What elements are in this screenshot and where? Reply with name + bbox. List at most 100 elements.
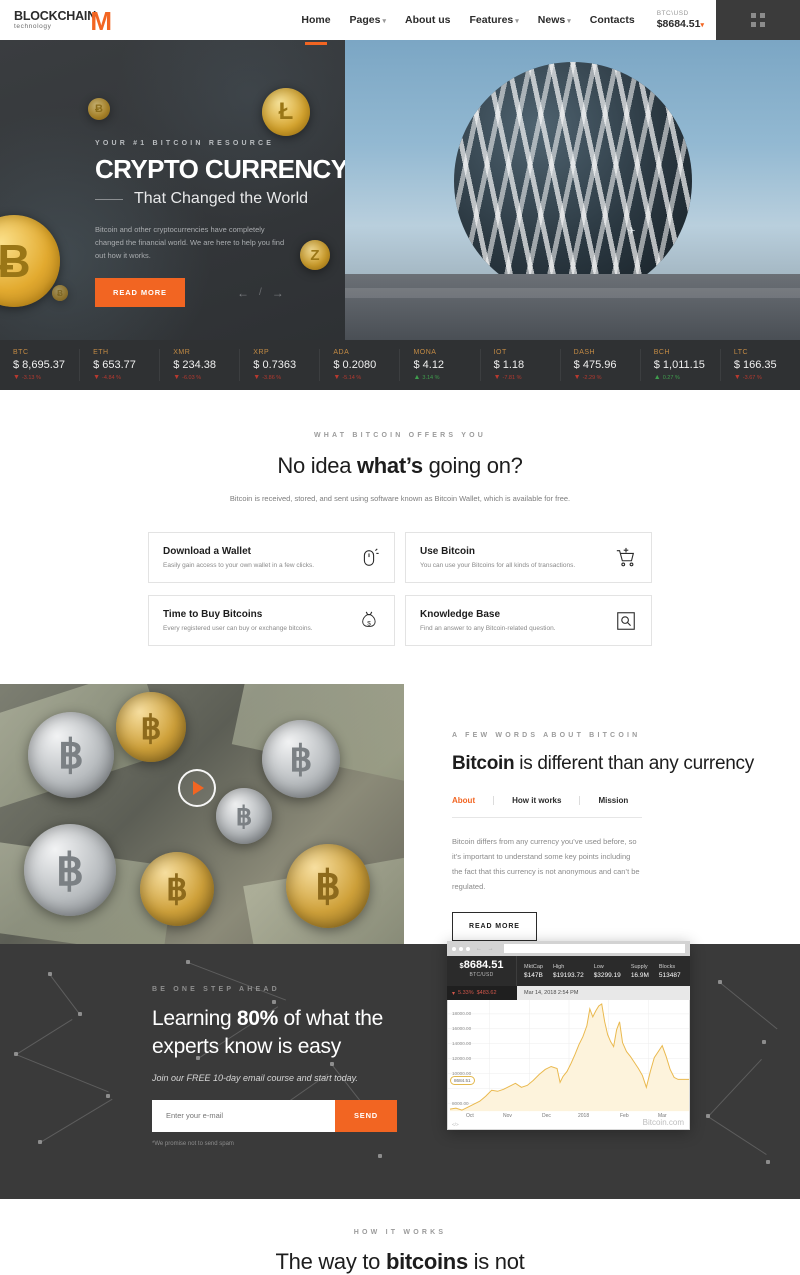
- card-title: Use Bitcoin: [420, 546, 476, 558]
- ticker-item[interactable]: ADA $ 0.2080 ▼ -5.14 %: [319, 349, 399, 381]
- hero-read-more-button[interactable]: READ MORE: [95, 278, 185, 308]
- ticker-item[interactable]: BTC $ 8,695.37 ▼ -3.13 %: [0, 349, 79, 381]
- tab-how-it-works[interactable]: How it works: [512, 795, 581, 805]
- nav-item-pages[interactable]: Pages ▾: [350, 1, 386, 39]
- logo-sub-text: technology: [14, 22, 52, 30]
- slider-prev-icon[interactable]: ←: [237, 286, 249, 300]
- newsletter-send-button[interactable]: SEND: [335, 1099, 397, 1132]
- change-amount: $483.62: [476, 990, 497, 996]
- offer-card-download-wallet[interactable]: Download a Wallet Easily gain access to …: [148, 532, 395, 584]
- video-play-button[interactable]: [178, 769, 216, 807]
- ticker-item[interactable]: BCH $ 1,011.15 ▲ 0.27 %: [639, 349, 720, 381]
- play-triangle-icon: [193, 781, 204, 795]
- chart-svg: [448, 1000, 689, 1112]
- widget-timestamp: Mar 14, 2018 2:54 PM: [517, 986, 690, 1000]
- silver-bitcoin-coin: ฿: [24, 824, 116, 917]
- x-tick-label: Nov: [503, 1113, 512, 1119]
- widget-price-value: 8684.51: [463, 959, 504, 971]
- how-title-pre: The way to: [275, 1249, 386, 1275]
- nav-item-contacts[interactable]: Contacts: [590, 1, 635, 39]
- y-tick-label: 14000.00: [452, 1041, 472, 1046]
- header-btc-price-widget[interactable]: BTC\USD $8684.51▾: [641, 0, 716, 40]
- about-kicker: A FEW WORDS ABOUT BITCOIN: [452, 732, 641, 740]
- nav-item-home[interactable]: Home: [301, 1, 330, 39]
- tab-about[interactable]: About: [452, 795, 495, 805]
- nav-item-news[interactable]: News ▾: [538, 1, 571, 39]
- slider-next-icon[interactable]: →: [272, 286, 284, 300]
- hero-description: Bitcoin and other cryptocurrencies have …: [95, 225, 285, 261]
- offers-description: Bitcoin is received, stored, and sent us…: [229, 494, 571, 503]
- about-image-coins-money: ฿ ฿ ฿ ฿ ฿ ฿ ฿: [0, 684, 404, 945]
- how-it-works-section: HOW IT WORKS The way to bitcoins is not: [0, 1199, 800, 1275]
- y-tick-label: 16000.00: [452, 1026, 472, 1031]
- offer-card-time-to-buy[interactable]: Time to Buy Bitcoins Every registered us…: [148, 595, 395, 647]
- mouse-icon: [358, 547, 380, 569]
- ticker-price: $ 0.7363: [253, 359, 297, 371]
- price-chart[interactable]: 18000.00 16000.00 14000.00 12000.00 1000…: [447, 1000, 690, 1130]
- learning-kicker: BE ONE STEP AHEAD: [152, 986, 280, 994]
- ticker-symbol: DASH: [573, 349, 596, 356]
- hero-title: CRYPTO CURRENCY: [95, 154, 345, 184]
- hero-subtitle-row: That Changed the World: [95, 190, 345, 208]
- ticker-change: ▼ -4.84 %: [93, 374, 121, 381]
- ground-plane: [345, 274, 800, 340]
- ticker-change: ▼ -6.03 %: [173, 374, 202, 381]
- ticker-price: $ 166.35: [733, 359, 777, 371]
- about-description: Bitcoin differs from any currency you’ve…: [452, 836, 640, 891]
- x-tick-label: Feb: [620, 1113, 629, 1119]
- how-title-post: is not: [467, 1249, 525, 1275]
- grid-menu-button[interactable]: [716, 0, 800, 40]
- cart-icon: [615, 547, 637, 569]
- y-tick-label: 12000.00: [452, 1056, 472, 1061]
- chart-watermark: Bitcoin.com: [642, 1118, 684, 1127]
- ticker-symbol: XMR: [173, 349, 191, 356]
- nav-item-features[interactable]: Features ▾: [470, 1, 519, 39]
- logo[interactable]: BLOCKCHAIN technology M: [0, 0, 250, 40]
- newsletter-form: SEND: [152, 1099, 397, 1132]
- browser-nav-icons[interactable]: ← →: [476, 946, 496, 952]
- nav-label: Home: [301, 14, 331, 26]
- ticker-item[interactable]: LTC $ 166.35 ▼ -3.67 %: [719, 349, 800, 381]
- chevron-down-icon: ▾: [567, 18, 571, 25]
- silver-bitcoin-coin: ฿: [28, 712, 114, 799]
- hero-image-globe: ✈ ✈: [345, 40, 800, 340]
- gold-bitcoin-coin: ฿: [286, 844, 370, 929]
- ticker-change: ▲ 0.27 %: [653, 374, 680, 381]
- ticker-item[interactable]: XMR $ 234.38 ▼ -6.03 %: [159, 349, 239, 381]
- ticker-symbol: ADA: [333, 349, 350, 356]
- ticker-item[interactable]: ETH $ 653.77 ▼ -4.84 %: [79, 349, 159, 381]
- widget-header: $8684.51 BTC/USD MktCap $147B High $19193.…: [447, 956, 690, 986]
- crypto-ticker-bar: BTC $ 8,695.37 ▼ -3.13 % ETH $ 653.77 ▼ -4…: [0, 340, 800, 390]
- arrow-down-icon: ▼: [333, 374, 341, 381]
- arrow-down-icon: ▼: [173, 374, 181, 381]
- card-description: Find an answer to any Bitcoin-related qu…: [420, 625, 556, 633]
- card-title: Time to Buy Bitcoins: [163, 609, 263, 621]
- ticker-price: $ 475.96: [573, 359, 617, 371]
- caret-down-icon: ▾: [700, 22, 704, 29]
- offer-card-knowledge-base[interactable]: Knowledge Base Find an answer to any Bit…: [405, 595, 652, 647]
- learning-title-bold: 80%: [236, 1007, 279, 1031]
- ticker-symbol: LTC: [733, 349, 749, 356]
- chevron-down-icon: ▾: [382, 18, 386, 25]
- offers-title-bold: what’s: [356, 453, 423, 478]
- tab-mission[interactable]: Mission: [598, 796, 628, 805]
- embed-code-icon[interactable]: </>: [452, 1122, 459, 1127]
- address-bar[interactable]: [503, 944, 685, 953]
- ticker-change: ▲ 3.14 %: [413, 374, 440, 381]
- nav-item-about-us[interactable]: About us: [405, 1, 451, 39]
- ticker-item[interactable]: XRP $ 0.7363 ▼ -3.86 %: [239, 349, 319, 381]
- ticker-symbol: BCH: [653, 349, 671, 356]
- email-input[interactable]: [152, 1099, 335, 1132]
- grid-icon: [751, 13, 765, 27]
- offers-card-grid: Download a Wallet Easily gain access to …: [148, 532, 652, 647]
- about-read-more-button[interactable]: READ MORE: [452, 911, 537, 941]
- ticker-item[interactable]: DASH $ 475.96 ▼ -2.29 %: [559, 349, 640, 381]
- nav-label: Contacts: [589, 14, 635, 26]
- logo-mark-icon: M: [90, 6, 113, 36]
- ticker-price: $ 1.18: [493, 359, 525, 371]
- ticker-item[interactable]: MONA $ 4.12 ▲ 3.14 %: [399, 349, 479, 381]
- offer-card-use-bitcoin[interactable]: Use Bitcoin You can use your Bitcoins fo…: [405, 532, 652, 584]
- site-header: BLOCKCHAIN technology M Home Pages ▾ Abou…: [0, 0, 800, 40]
- ticker-item[interactable]: IOT $ 1.18 ▼ -7.81 %: [479, 349, 560, 381]
- widget-browser-bar: ← →: [447, 941, 690, 956]
